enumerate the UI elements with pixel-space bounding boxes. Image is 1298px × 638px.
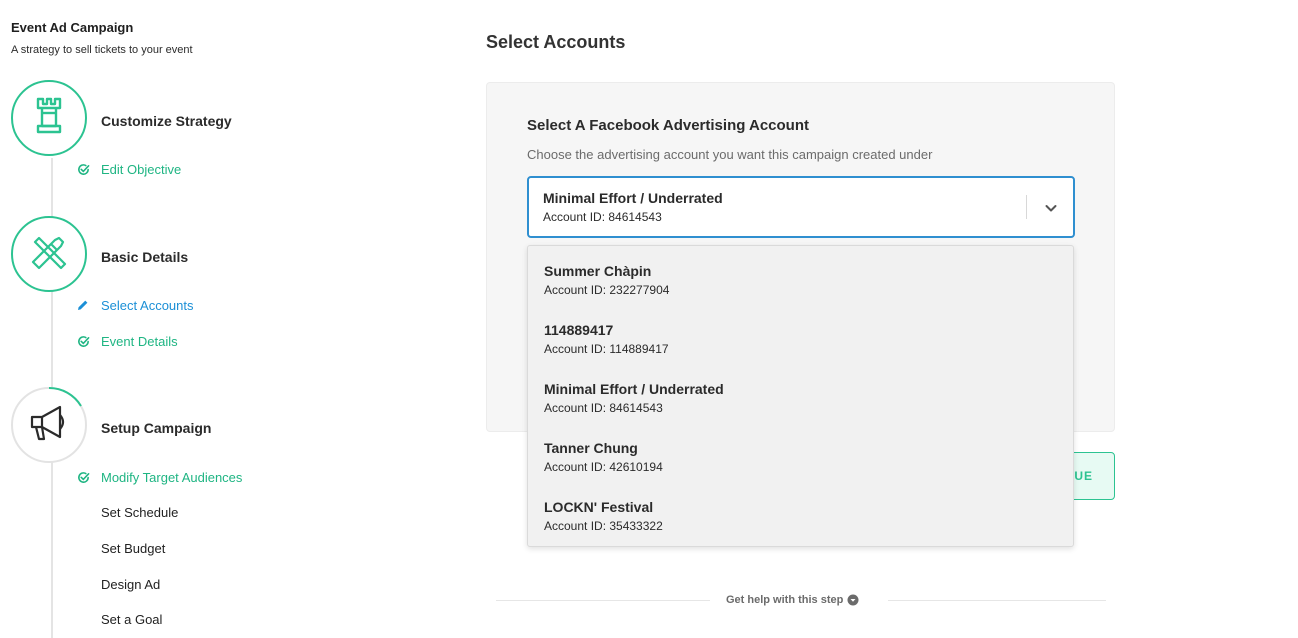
option-name: Minimal Effort / Underrated — [544, 381, 724, 397]
sidebar-item-event-details[interactable]: Event Details — [76, 332, 178, 350]
dropdown-option[interactable]: Summer Chàpin Account ID: 232277904 — [544, 263, 1044, 307]
select-divider — [1026, 195, 1027, 219]
account-select[interactable]: Minimal Effort / Underrated Account ID: … — [527, 176, 1075, 238]
sidebar-item-set-a-goal[interactable]: Set a Goal — [101, 610, 162, 628]
sidebar-item-label: Event Details — [101, 333, 178, 349]
step-title-customize-strategy: Customize Strategy — [101, 113, 232, 129]
sidebar-item-set-schedule[interactable]: Set Schedule — [101, 503, 178, 521]
sidebar-item-label: Select Accounts — [101, 297, 194, 313]
sidebar-item-label: Edit Objective — [101, 161, 182, 177]
campaign-title: Event Ad Campaign — [11, 20, 134, 35]
option-name: LOCKN' Festival — [544, 499, 654, 515]
dropdown-option[interactable]: Tanner Chung Account ID: 42610194 — [544, 440, 1044, 484]
card-heading: Select A Facebook Advertising Account — [527, 117, 810, 134]
dropdown-option[interactable]: 114889417 Account ID: 114889417 — [544, 322, 1044, 366]
progress-arc — [48, 387, 82, 407]
check-circle-icon — [76, 334, 90, 348]
help-divider-right — [888, 600, 1106, 601]
help-label: Get help with this step — [726, 594, 844, 606]
option-account-id: Account ID: 42610194 — [544, 460, 663, 474]
page-title: Select Accounts — [486, 32, 626, 52]
help-toggle[interactable]: Get help with this step — [726, 594, 859, 606]
selected-account-name: Minimal Effort / Underrated — [543, 190, 723, 206]
chevron-down-circle-icon — [847, 594, 859, 606]
option-account-id: Account ID: 232277904 — [544, 283, 670, 297]
option-name: Summer Chàpin — [544, 263, 652, 279]
sidebar-item-edit-objective[interactable]: Edit Objective — [76, 160, 181, 178]
sidebar-item-select-accounts[interactable]: Select Accounts — [76, 296, 194, 314]
option-account-id: Account ID: 114889417 — [544, 342, 669, 356]
campaign-subtitle: A strategy to sell tickets to your event — [11, 44, 193, 56]
sidebar-item-label: Modify Target Audiences — [101, 469, 243, 485]
option-name: 114889417 — [544, 322, 614, 338]
card-description: Choose the advertising account you want … — [527, 147, 933, 162]
option-name: Tanner Chung — [544, 440, 638, 456]
rook-icon — [32, 96, 66, 141]
chevron-down-icon[interactable] — [1043, 200, 1059, 216]
help-divider-left — [496, 600, 710, 601]
account-dropdown[interactable]: Summer Chàpin Account ID: 232277904 1148… — [527, 245, 1074, 547]
step-circle-setup-campaign — [11, 387, 87, 463]
option-account-id: Account ID: 35433322 — [544, 519, 663, 533]
step-title-setup-campaign: Setup Campaign — [101, 420, 212, 436]
selected-account-id: Account ID: 84614543 — [543, 210, 662, 224]
check-circle-icon — [76, 162, 90, 176]
dropdown-option[interactable]: Minimal Effort / Underrated Account ID: … — [544, 381, 1044, 425]
check-circle-icon — [76, 470, 90, 484]
sidebar-item-modify-target-audiences[interactable]: Modify Target Audiences — [76, 468, 242, 486]
pencil-icon — [76, 298, 90, 312]
tools-icon — [29, 232, 69, 277]
step-circle-customize-strategy — [11, 80, 87, 156]
sidebar-item-design-ad[interactable]: Design Ad — [101, 575, 160, 593]
step-title-basic-details: Basic Details — [101, 249, 189, 265]
step-circle-basic-details — [11, 216, 87, 292]
sidebar-item-set-budget[interactable]: Set Budget — [101, 539, 165, 557]
dropdown-option[interactable]: LOCKN' Festival Account ID: 35433322 — [544, 499, 1044, 543]
option-account-id: Account ID: 84614543 — [544, 401, 663, 415]
